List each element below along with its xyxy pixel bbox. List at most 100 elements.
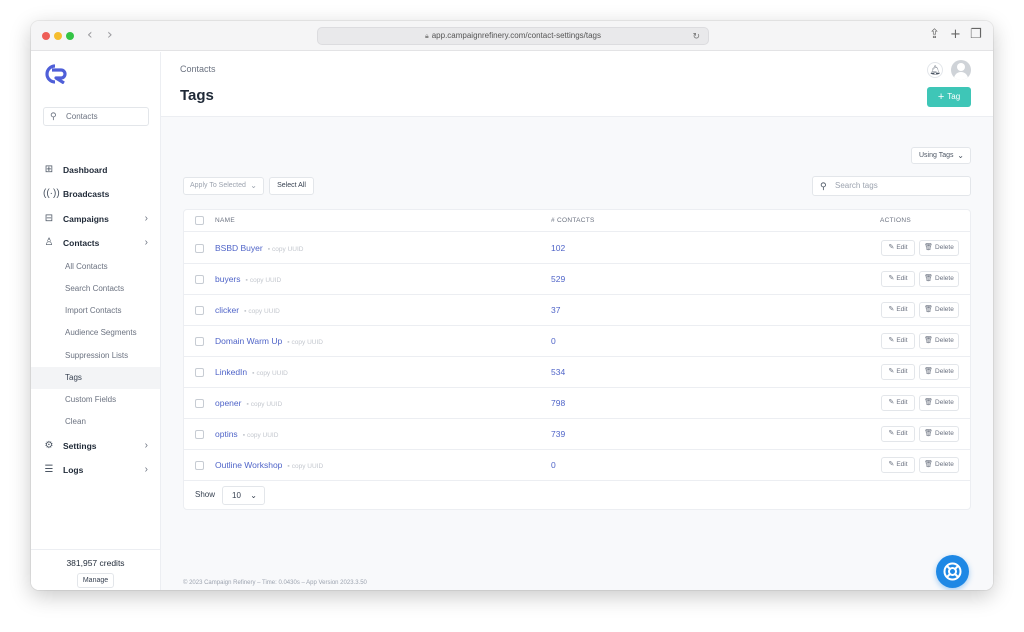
- sidebar-item-dashboard[interactable]: ⊞ Dashboard: [31, 159, 160, 181]
- sidebar-subitem-import-contacts[interactable]: Import Contacts: [31, 300, 160, 322]
- row-checkbox[interactable]: [195, 306, 204, 315]
- pencil-icon: ✎: [888, 430, 895, 437]
- tag-search-input[interactable]: ⚲ Search tags: [812, 176, 971, 196]
- reload-icon[interactable]: ↻: [692, 28, 700, 44]
- tag-name-link[interactable]: LinkedIn ▪ copy UUID: [215, 357, 288, 389]
- edit-tag-button[interactable]: ✎ Edit: [881, 426, 915, 442]
- using-tags-dropdown[interactable]: Using Tags ⌄: [911, 147, 971, 164]
- delete-tag-button[interactable]: 🗑︎ Delete: [919, 364, 959, 380]
- sidebar-item-contacts[interactable]: ♙ Contacts ›: [31, 232, 160, 254]
- sidebar-item-logs[interactable]: ☰ Logs ›: [31, 459, 160, 481]
- row-checkbox[interactable]: [195, 275, 204, 284]
- copy-uuid-link[interactable]: ▪ copy UUID: [244, 308, 280, 315]
- column-header-name[interactable]: NAME: [215, 210, 235, 232]
- copy-uuid-link[interactable]: ▪ copy UUID: [287, 463, 323, 470]
- tag-name-link[interactable]: clicker ▪ copy UUID: [215, 295, 280, 327]
- copy-uuid-link[interactable]: ▪ copy UUID: [287, 339, 323, 346]
- close-window-button[interactable]: [42, 32, 50, 40]
- page-size-value: 10: [232, 491, 241, 500]
- sidebar-subitem-clean[interactable]: Clean: [31, 411, 160, 433]
- tag-name-link[interactable]: Domain Warm Up ▪ copy UUID: [215, 326, 323, 358]
- trash-icon: 🗑︎: [924, 337, 934, 344]
- contact-count-link[interactable]: 529: [551, 264, 565, 295]
- tag-name-link[interactable]: optins ▪ copy UUID: [215, 419, 278, 451]
- sidebar-subitem-all-contacts[interactable]: All Contacts: [31, 256, 160, 278]
- forward-arrow-icon[interactable]: ›: [107, 27, 113, 43]
- new-tab-icon[interactable]: +: [950, 27, 961, 42]
- copy-uuid-link[interactable]: ▪ copy UUID: [268, 246, 304, 253]
- sidebar-item-settings[interactable]: ⚙ Settings ›: [31, 435, 160, 457]
- contact-count-link[interactable]: 0: [551, 326, 556, 357]
- edit-tag-button[interactable]: ✎ Edit: [881, 457, 915, 473]
- delete-label: Delete: [935, 461, 954, 468]
- show-label: Show: [195, 490, 216, 499]
- delete-label: Delete: [935, 275, 954, 282]
- user-icon: ♙: [44, 237, 54, 248]
- delete-tag-button[interactable]: 🗑︎ Delete: [919, 395, 959, 411]
- contact-count-link[interactable]: 534: [551, 357, 565, 388]
- delete-tag-button[interactable]: 🗑︎ Delete: [919, 302, 959, 318]
- address-bar[interactable]: 🔒︎ app.campaignrefinery.com/contact-setti…: [317, 27, 709, 45]
- select-all-checkbox[interactable]: [195, 216, 204, 225]
- page-size-select[interactable]: 10 ⌄: [222, 486, 265, 505]
- select-all-button[interactable]: Select All: [269, 177, 314, 195]
- tag-name-link[interactable]: Outline Workshop ▪ copy UUID: [215, 450, 323, 482]
- sidebar-subitem-search-contacts[interactable]: Search Contacts: [31, 278, 160, 300]
- clipboard-icon: ▪: [287, 339, 290, 346]
- edit-tag-button[interactable]: ✎ Edit: [881, 271, 915, 287]
- copy-uuid-link[interactable]: ▪ copy UUID: [246, 277, 282, 284]
- sidebar-item-campaigns[interactable]: ⊟ Campaigns ›: [31, 208, 160, 230]
- row-checkbox[interactable]: [195, 368, 204, 377]
- avatar-head-shape: [957, 63, 965, 71]
- breadcrumb[interactable]: Contacts: [180, 64, 216, 74]
- edit-tag-button[interactable]: ✎ Edit: [881, 364, 915, 380]
- contact-count-link[interactable]: 37: [551, 295, 560, 326]
- delete-tag-button[interactable]: 🗑︎ Delete: [919, 240, 959, 256]
- copy-uuid-link[interactable]: ▪ copy UUID: [243, 432, 279, 439]
- tabs-overview-icon[interactable]: ❐: [970, 27, 982, 42]
- contact-count-link[interactable]: 739: [551, 419, 565, 450]
- row-checkbox[interactable]: [195, 399, 204, 408]
- apply-to-selected-dropdown[interactable]: Apply To Selected ⌄: [183, 177, 264, 195]
- minimize-window-button[interactable]: [54, 32, 62, 40]
- help-lifebuoy-button[interactable]: [936, 555, 969, 588]
- row-checkbox[interactable]: [195, 461, 204, 470]
- copy-uuid-link[interactable]: ▪ copy UUID: [252, 370, 288, 377]
- edit-tag-button[interactable]: ✎ Edit: [881, 333, 915, 349]
- row-checkbox[interactable]: [195, 337, 204, 346]
- sidebar-subitem-suppression-lists[interactable]: Suppression Lists: [31, 345, 160, 367]
- edit-tag-button[interactable]: ✎ Edit: [881, 395, 915, 411]
- delete-tag-button[interactable]: 🗑︎ Delete: [919, 457, 959, 473]
- contact-count-link[interactable]: 102: [551, 233, 565, 264]
- browser-titlebar: ‹ › 🔒︎ app.campaignrefinery.com/contact-s…: [31, 21, 993, 51]
- contact-count-link[interactable]: 798: [551, 388, 565, 419]
- edit-label: Edit: [896, 461, 908, 468]
- row-checkbox[interactable]: [195, 244, 204, 253]
- manage-credits-button[interactable]: Manage: [77, 573, 114, 588]
- copy-uuid-link[interactable]: ▪ copy UUID: [246, 401, 282, 408]
- sidebar-subitem-audience-segments[interactable]: Audience Segments: [31, 322, 160, 344]
- avatar[interactable]: [951, 60, 971, 80]
- copy-uuid-label: copy UUID: [291, 463, 324, 470]
- tag-name-link[interactable]: buyers ▪ copy UUID: [215, 264, 281, 296]
- search-icon: ⚲: [50, 111, 57, 121]
- add-tag-button[interactable]: + Tag: [927, 87, 971, 107]
- sidebar-subitem-tags[interactable]: Tags: [31, 367, 160, 389]
- share-icon[interactable]: ⇪: [929, 27, 940, 42]
- edit-tag-button[interactable]: ✎ Edit: [881, 240, 915, 256]
- column-header-contacts[interactable]: # CONTACTS: [551, 210, 595, 232]
- sidebar-item-broadcasts[interactable]: ((·)) Broadcasts: [31, 183, 160, 205]
- delete-tag-button[interactable]: 🗑︎ Delete: [919, 333, 959, 349]
- maximize-window-button[interactable]: [66, 32, 74, 40]
- delete-tag-button[interactable]: 🗑︎ Delete: [919, 271, 959, 287]
- back-arrow-icon[interactable]: ‹: [87, 27, 93, 43]
- edit-tag-button[interactable]: ✎ Edit: [881, 302, 915, 318]
- delete-tag-button[interactable]: 🗑︎ Delete: [919, 426, 959, 442]
- notification-bell-icon[interactable]: 🔔︎: [927, 62, 943, 78]
- row-checkbox[interactable]: [195, 430, 204, 439]
- contact-count-link[interactable]: 0: [551, 450, 556, 481]
- sidebar-subitem-custom-fields[interactable]: Custom Fields: [31, 389, 160, 411]
- tag-name-link[interactable]: opener ▪ copy UUID: [215, 388, 282, 420]
- tag-name-link[interactable]: BSBD Buyer ▪ copy UUID: [215, 233, 303, 265]
- sidebar-search-input[interactable]: ⚲ Contacts: [43, 107, 149, 126]
